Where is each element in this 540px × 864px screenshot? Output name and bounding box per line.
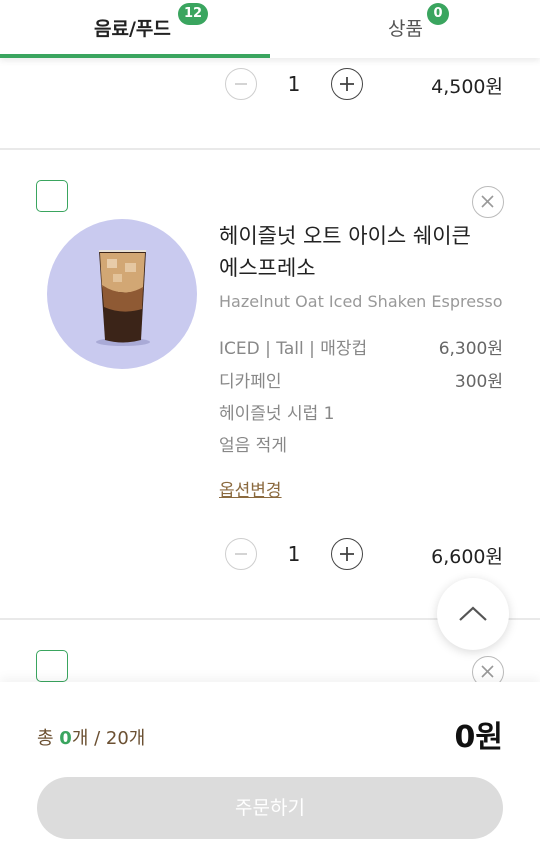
active-tab-indicator bbox=[0, 54, 270, 58]
item-divider bbox=[0, 148, 540, 150]
order-footer: 총 0개 / 20개 0원 주문하기 bbox=[0, 682, 540, 864]
close-icon bbox=[481, 195, 494, 208]
item-name-english: Hazelnut Oat Iced Shaken Espresso bbox=[219, 292, 503, 311]
option-line: 얼음 적게 bbox=[219, 436, 287, 456]
selected-count: 0 bbox=[59, 728, 72, 749]
remove-item-button[interactable] bbox=[472, 186, 504, 218]
option-price: 300원 bbox=[454, 372, 503, 392]
scroll-to-top-button[interactable] bbox=[437, 578, 509, 650]
tab-goods[interactable]: 상품 0 bbox=[270, 0, 540, 58]
option-line: 디카페인 bbox=[219, 372, 282, 392]
total-price: 0원 bbox=[454, 720, 503, 755]
total-prefix: 총 bbox=[37, 728, 60, 749]
option-line: 헤이즐넛 시럽 1 bbox=[219, 404, 335, 424]
plus-icon bbox=[340, 77, 354, 91]
option-price: 6,300원 bbox=[438, 339, 503, 359]
item-select-checkbox[interactable] bbox=[36, 650, 68, 682]
item-price: 4,500원 bbox=[431, 76, 503, 98]
count-badge: 12 bbox=[178, 3, 209, 25]
item-select-checkbox[interactable] bbox=[36, 180, 68, 212]
tab-label: 음료/푸드 bbox=[94, 18, 171, 40]
item-name-line: 에스프레소 bbox=[219, 256, 316, 280]
order-button[interactable]: 주문하기 bbox=[37, 777, 503, 839]
product-image bbox=[47, 219, 197, 369]
quantity-value: 1 bbox=[287, 72, 301, 96]
decrease-quantity-button[interactable] bbox=[225, 538, 257, 570]
total-count: 총 0개 / 20개 bbox=[37, 724, 145, 750]
tab-beverage-food[interactable]: 음료/푸드 12 bbox=[0, 0, 270, 58]
decrease-quantity-button[interactable] bbox=[225, 68, 257, 100]
quantity-value: 1 bbox=[287, 542, 301, 566]
chevron-up-icon bbox=[459, 606, 487, 621]
item-name: 헤이즐넛 오트 아이스 쉐이큰 에스프레소 bbox=[219, 220, 489, 284]
minus-icon bbox=[235, 83, 247, 85]
increase-quantity-button[interactable] bbox=[331, 68, 363, 100]
item-name-line: 헤이즐넛 오트 아이스 쉐이큰 bbox=[219, 224, 471, 248]
category-tabs: 음료/푸드 12 상품 0 bbox=[0, 0, 540, 58]
increase-quantity-button[interactable] bbox=[331, 538, 363, 570]
minus-icon bbox=[235, 553, 247, 555]
plus-icon bbox=[340, 547, 354, 561]
item-price: 6,600원 bbox=[431, 546, 503, 568]
count-badge: 0 bbox=[427, 3, 449, 25]
total-suffix: 개 / 20개 bbox=[71, 728, 146, 749]
tab-label: 상품 bbox=[388, 18, 423, 40]
change-options-link[interactable]: 옵션변경 bbox=[219, 476, 282, 501]
option-line: ICED | Tall | 매장컵 bbox=[219, 339, 368, 359]
